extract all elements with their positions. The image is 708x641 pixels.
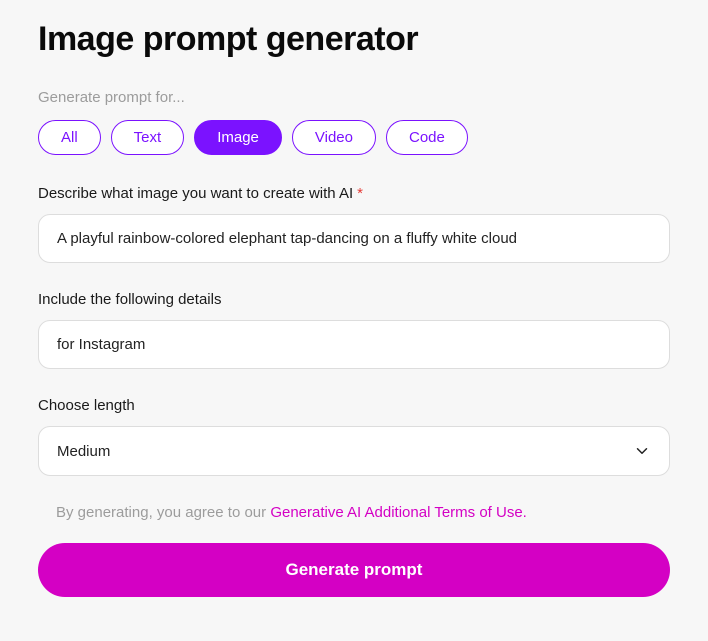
length-select[interactable]: Medium	[38, 426, 670, 476]
tab-text[interactable]: Text	[111, 120, 185, 155]
prompt-for-label: Generate prompt for...	[38, 89, 670, 106]
required-marker: *	[357, 185, 363, 202]
prompt-type-tabs: All Text Image Video Code	[38, 120, 670, 155]
describe-input[interactable]	[38, 214, 670, 263]
length-label: Choose length	[38, 397, 670, 414]
tab-image[interactable]: Image	[194, 120, 282, 155]
tab-code[interactable]: Code	[386, 120, 468, 155]
terms-link[interactable]: Generative AI Additional Terms of Use.	[270, 504, 527, 521]
generate-button[interactable]: Generate prompt	[38, 543, 670, 597]
details-label: Include the following details	[38, 291, 670, 308]
tab-all[interactable]: All	[38, 120, 101, 155]
length-selected-value: Medium	[57, 443, 110, 460]
page-title: Image prompt generator	[38, 20, 670, 59]
details-input[interactable]	[38, 320, 670, 369]
disclaimer-text: By generating, you agree to our Generati…	[38, 504, 670, 521]
chevron-down-icon	[633, 442, 651, 460]
describe-label: Describe what image you want to create w…	[38, 185, 670, 202]
tab-video[interactable]: Video	[292, 120, 376, 155]
